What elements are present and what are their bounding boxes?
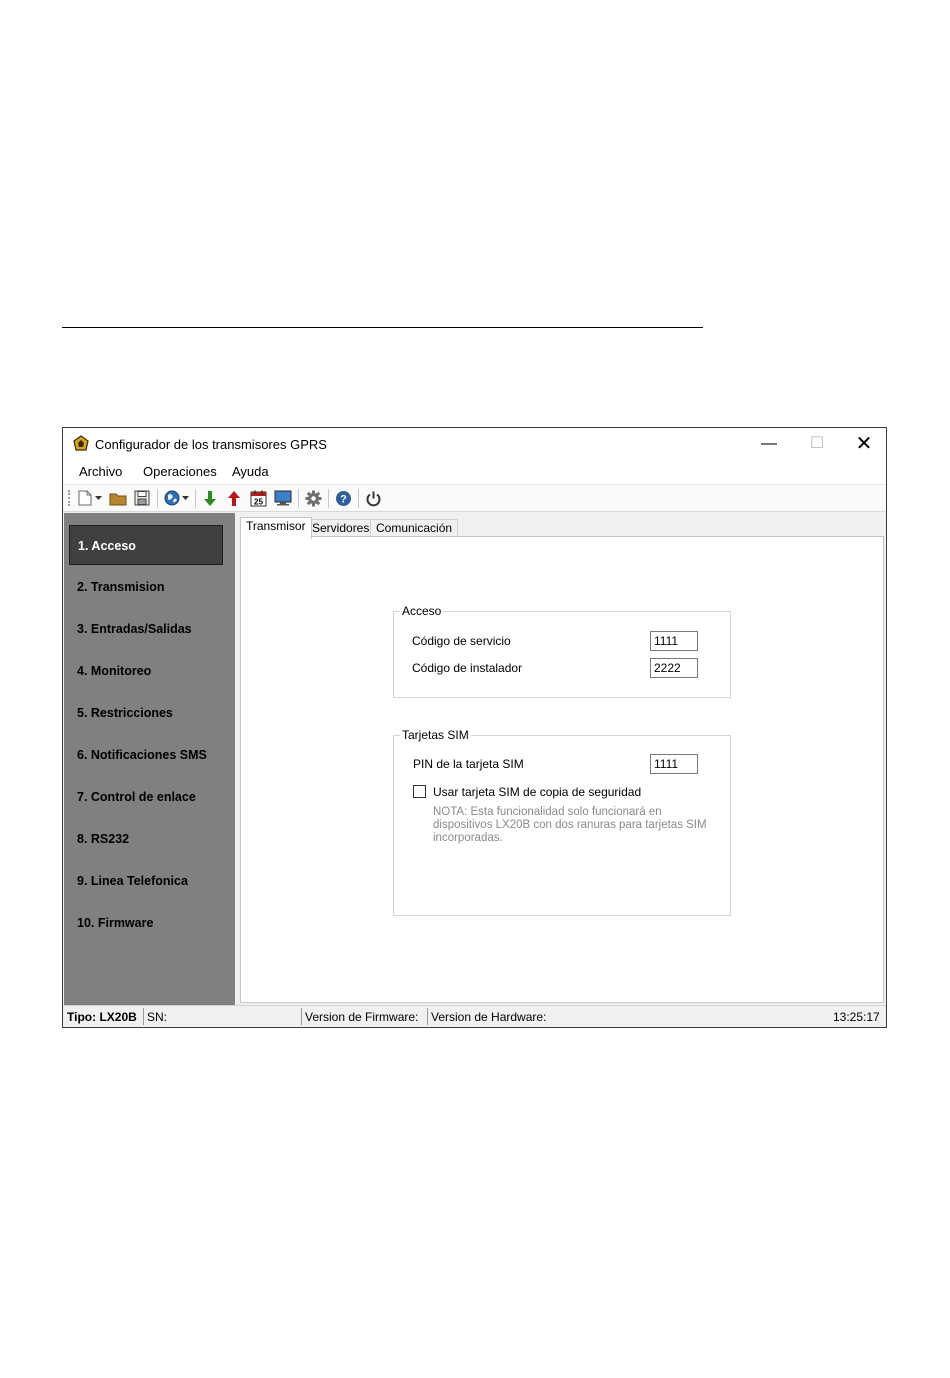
tarjetas-sim-group: Tarjetas SIM PIN de la tarjeta SIM Usar … — [393, 728, 731, 916]
window-title: Configurador de los transmisores GPRS — [95, 437, 327, 452]
tab-panel-transmisor: Acceso Código de servicio Código de inst… — [240, 536, 884, 1003]
sidebar-item-notificaciones-sms[interactable]: 6. Notificaciones SMS — [69, 735, 223, 775]
maximize-button[interactable]: ☐ — [794, 428, 840, 460]
open-button[interactable] — [108, 489, 128, 507]
menu-bar: Archivo Operaciones Ayuda — [63, 460, 886, 484]
toolbar-separator — [157, 489, 158, 508]
status-bar: Tipo: LX20B SN: Version de Firmware: Ver… — [63, 1005, 886, 1027]
codigo-servicio-label: Código de servicio — [412, 634, 511, 648]
settings-button[interactable] — [303, 489, 323, 507]
help-button[interactable]: ? — [333, 489, 353, 507]
sidebar-item-linea-telefonica[interactable]: 9. Linea Telefonica — [69, 861, 223, 901]
codigo-servicio-input[interactable] — [650, 631, 698, 651]
codigo-instalador-label: Código de instalador — [412, 661, 523, 675]
sidebar-item-acceso[interactable]: 1. Acceso — [69, 525, 223, 565]
status-separator — [143, 1008, 144, 1025]
monitor-icon — [274, 490, 292, 506]
sidebar: 1. Acceso 2. Transmision 3. Entradas/Sal… — [64, 513, 235, 1005]
toolbar-separator — [195, 489, 196, 508]
dropdown-arrow-icon — [95, 496, 102, 500]
power-icon — [366, 491, 380, 506]
save-button[interactable] — [132, 489, 152, 507]
status-separator — [427, 1008, 428, 1025]
status-tipo: Tipo: LX20B — [67, 1010, 137, 1024]
sidebar-item-firmware[interactable]: 10. Firmware — [69, 903, 223, 943]
toolbar: 25 ? — [63, 484, 886, 512]
codigo-instalador-input[interactable] — [650, 658, 698, 678]
download-arrow-icon — [204, 490, 216, 506]
pin-sim-input[interactable] — [650, 754, 698, 774]
upload-arrow-icon — [228, 490, 240, 506]
close-button[interactable]: ✕ — [841, 428, 887, 460]
toolbar-separator — [298, 489, 299, 508]
svg-text:?: ? — [340, 493, 347, 505]
tarjetas-sim-group-title: Tarjetas SIM — [400, 728, 471, 742]
status-sn: SN: — [147, 1010, 168, 1024]
sidebar-item-transmision[interactable]: 2. Transmision — [69, 567, 223, 607]
tab-transmisor[interactable]: Transmisor — [240, 517, 312, 539]
main-content: Transmisor Servidores Comunicación Acces… — [235, 513, 886, 1005]
menu-archivo[interactable]: Archivo — [79, 464, 122, 479]
monitor-button[interactable] — [272, 489, 294, 507]
sidebar-item-monitoreo[interactable]: 4. Monitoreo — [69, 651, 223, 691]
app-logo-icon — [73, 435, 89, 451]
save-icon — [134, 490, 150, 506]
status-hardware-version: Version de Hardware: — [431, 1010, 547, 1024]
toolbar-separator — [358, 489, 359, 508]
sidebar-item-entradas-salidas[interactable]: 3. Entradas/Salidas — [69, 609, 223, 649]
globe-icon — [164, 490, 179, 506]
acceso-group-title: Acceso — [400, 604, 444, 618]
page-horizontal-rule — [62, 327, 703, 328]
new-file-button[interactable] — [76, 489, 104, 507]
toolbar-grip[interactable] — [68, 490, 72, 506]
backup-sim-checkbox[interactable] — [413, 785, 426, 798]
title-bar: Configurador de los transmisores GPRS — … — [63, 428, 886, 460]
sidebar-item-restricciones[interactable]: 5. Restricciones — [69, 693, 223, 733]
dropdown-arrow-icon — [181, 496, 189, 500]
calendar-button[interactable]: 25 — [248, 489, 268, 507]
exit-button[interactable] — [363, 489, 383, 507]
write-config-button[interactable] — [224, 489, 244, 507]
gear-icon — [305, 490, 321, 506]
toolbar-separator — [328, 489, 329, 508]
status-firmware-version: Version de Firmware: — [305, 1010, 419, 1024]
backup-sim-label[interactable]: Usar tarjeta SIM de copia de seguridad — [433, 785, 641, 799]
tab-comunicacion[interactable]: Comunicación — [370, 519, 459, 537]
calendar-day: 25 — [254, 497, 263, 506]
tab-servidores[interactable]: Servidores — [306, 519, 376, 537]
calendar-icon: 25 — [250, 490, 266, 506]
help-icon: ? — [335, 490, 351, 506]
pin-sim-label: PIN de la tarjeta SIM — [413, 757, 524, 771]
read-config-button[interactable] — [200, 489, 220, 507]
app-window: Configurador de los transmisores GPRS — … — [62, 427, 887, 1028]
status-time: 13:25:17 — [833, 1010, 880, 1024]
menu-operaciones[interactable]: Operaciones — [143, 464, 217, 479]
open-folder-icon — [109, 493, 127, 505]
acceso-group: Acceso Código de servicio Código de inst… — [393, 604, 731, 698]
connection-button[interactable] — [162, 489, 190, 507]
status-separator — [301, 1008, 302, 1025]
menu-ayuda[interactable]: Ayuda — [232, 464, 269, 479]
new-file-icon — [78, 490, 92, 506]
minimize-button[interactable]: — — [746, 428, 792, 460]
sim-note-text: NOTA: Esta funcionalidad solo funcionará… — [433, 806, 707, 844]
sidebar-item-rs232[interactable]: 8. RS232 — [69, 819, 223, 859]
sidebar-item-control-de-enlace[interactable]: 7. Control de enlace — [69, 777, 223, 817]
